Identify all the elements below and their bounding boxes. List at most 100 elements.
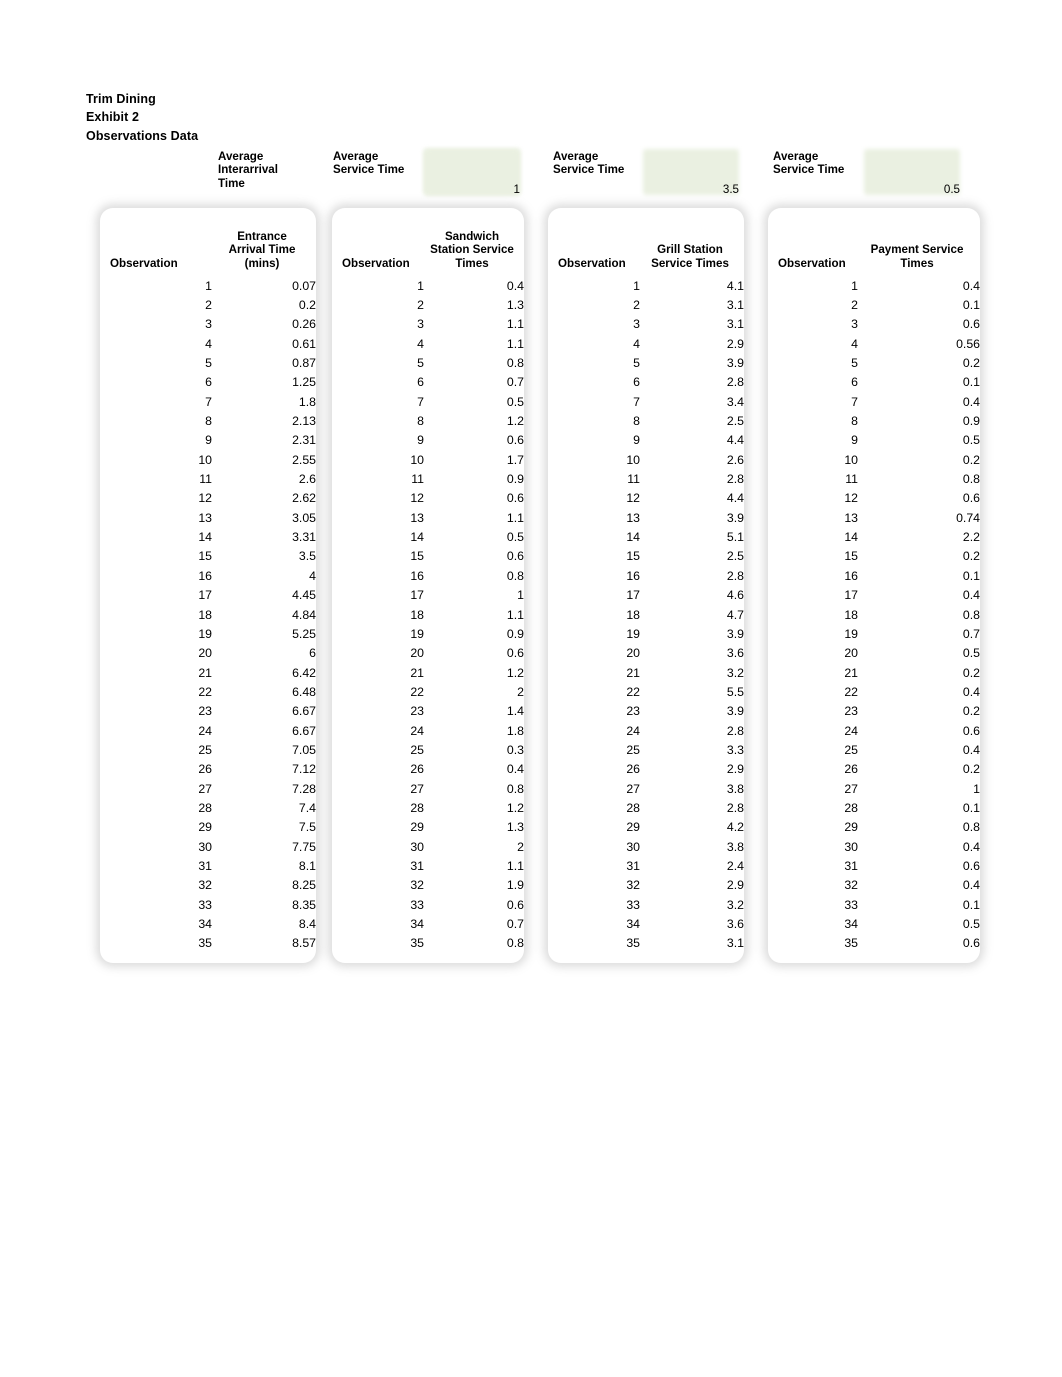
average-grill-service-time-value[interactable]: 3.5	[643, 183, 739, 197]
observation-value[interactable]: 0.4	[858, 276, 980, 295]
observation-value[interactable]: 0.7	[424, 914, 524, 933]
observation-value[interactable]: 0.1	[858, 798, 980, 817]
observation-value[interactable]: 3.8	[640, 837, 744, 856]
observation-value[interactable]: 7.05	[212, 740, 316, 759]
observation-value[interactable]: 0.87	[212, 353, 316, 372]
observation-value[interactable]: 0.4	[858, 586, 980, 605]
observation-value[interactable]: 0.56	[858, 334, 980, 353]
observation-value[interactable]: 7.28	[212, 779, 316, 798]
observation-value[interactable]: 0.7	[424, 373, 524, 392]
observation-value[interactable]: 0.74	[858, 508, 980, 527]
observation-value[interactable]: 3.9	[640, 508, 744, 527]
observation-value[interactable]: 4.2	[640, 818, 744, 837]
observation-value[interactable]: 3.9	[640, 353, 744, 372]
observation-value[interactable]: 0.8	[424, 566, 524, 585]
observation-value[interactable]: 2.9	[640, 876, 744, 895]
observation-value[interactable]: 4.45	[212, 586, 316, 605]
observation-value[interactable]: 0.61	[212, 334, 316, 353]
observation-value[interactable]: 0.5	[424, 392, 524, 411]
observation-value[interactable]: 0.1	[858, 295, 980, 314]
observation-value[interactable]: 0.8	[858, 605, 980, 624]
observation-value[interactable]: 7.5	[212, 818, 316, 837]
observation-value[interactable]: 0.8	[424, 934, 524, 953]
observation-value[interactable]: 7.75	[212, 837, 316, 856]
observation-value[interactable]: 5.1	[640, 527, 744, 546]
observation-value[interactable]: 0.2	[858, 353, 980, 372]
observation-value[interactable]: 0.4	[424, 760, 524, 779]
observation-value[interactable]: 4.4	[640, 489, 744, 508]
average-payment-service-time-value[interactable]: 0.5	[864, 183, 960, 197]
observation-value[interactable]: 0.6	[858, 721, 980, 740]
observation-value[interactable]: 5.5	[640, 682, 744, 701]
observation-value[interactable]: 0.8	[858, 469, 980, 488]
observation-value[interactable]: 0.1	[858, 895, 980, 914]
observation-value[interactable]: 0.8	[858, 818, 980, 837]
observation-value[interactable]: 6.67	[212, 702, 316, 721]
observation-value[interactable]: 2.6	[212, 469, 316, 488]
observation-value[interactable]: 0.9	[858, 411, 980, 430]
observation-value[interactable]: 0.8	[424, 353, 524, 372]
observation-value[interactable]: 3.1	[640, 295, 744, 314]
observation-value[interactable]: 0.6	[858, 489, 980, 508]
observation-value[interactable]: 7.4	[212, 798, 316, 817]
observation-value[interactable]: 0.4	[424, 276, 524, 295]
observation-value[interactable]: 2	[424, 682, 524, 701]
observation-value[interactable]: 2.6	[640, 450, 744, 469]
observation-value[interactable]: 0.1	[858, 566, 980, 585]
observation-value[interactable]: 2.31	[212, 431, 316, 450]
observation-value[interactable]: 4.4	[640, 431, 744, 450]
observation-value[interactable]: 3.8	[640, 779, 744, 798]
observation-value[interactable]: 6.67	[212, 721, 316, 740]
observation-value[interactable]: 1.7	[424, 450, 524, 469]
observation-value[interactable]: 2.5	[640, 411, 744, 430]
observation-value[interactable]: 1.1	[424, 856, 524, 875]
observation-value[interactable]: 0.6	[424, 547, 524, 566]
observation-value[interactable]: 1.8	[424, 721, 524, 740]
observation-value[interactable]: 2.8	[640, 798, 744, 817]
observation-value[interactable]: 2.13	[212, 411, 316, 430]
observation-value[interactable]: 3.1	[640, 934, 744, 953]
observation-value[interactable]: 8.1	[212, 856, 316, 875]
observation-value[interactable]: 3.05	[212, 508, 316, 527]
observation-value[interactable]: 0.6	[858, 315, 980, 334]
observation-value[interactable]: 0.26	[212, 315, 316, 334]
observation-value[interactable]: 0.1	[858, 373, 980, 392]
observation-value[interactable]: 0.6	[424, 895, 524, 914]
observation-value[interactable]: 0.2	[858, 760, 980, 779]
observation-value[interactable]: 0.3	[424, 740, 524, 759]
observation-value[interactable]: 1.1	[424, 508, 524, 527]
observation-value[interactable]: 2.5	[640, 547, 744, 566]
observation-value[interactable]: 5.25	[212, 624, 316, 643]
observation-value[interactable]: 0.4	[858, 740, 980, 759]
observation-value[interactable]: 0.6	[858, 856, 980, 875]
observation-value[interactable]: 6.48	[212, 682, 316, 701]
observation-value[interactable]: 2.8	[640, 373, 744, 392]
observation-value[interactable]: 1.4	[424, 702, 524, 721]
observation-value[interactable]: 0.9	[424, 624, 524, 643]
observation-value[interactable]: 1.25	[212, 373, 316, 392]
observation-value[interactable]: 4.84	[212, 605, 316, 624]
observation-value[interactable]: 3.9	[640, 702, 744, 721]
observation-value[interactable]: 1.2	[424, 411, 524, 430]
observation-value[interactable]: 0.4	[858, 682, 980, 701]
observation-value[interactable]: 3.5	[212, 547, 316, 566]
observation-value[interactable]: 1.1	[424, 334, 524, 353]
observation-value[interactable]: 0.2	[858, 547, 980, 566]
observation-value[interactable]: 1.3	[424, 295, 524, 314]
observation-value[interactable]: 2.9	[640, 760, 744, 779]
average-sandwich-service-time-value[interactable]: 1	[424, 183, 520, 197]
observation-value[interactable]: 0.2	[858, 450, 980, 469]
observation-value[interactable]: 0.2	[212, 295, 316, 314]
observation-value[interactable]: 8.35	[212, 895, 316, 914]
observation-value[interactable]: 0.9	[424, 469, 524, 488]
observation-value[interactable]: 1.1	[424, 315, 524, 334]
observation-value[interactable]: 1.3	[424, 818, 524, 837]
observation-value[interactable]: 2.8	[640, 721, 744, 740]
observation-value[interactable]: 3.6	[640, 914, 744, 933]
observation-value[interactable]: 3.9	[640, 624, 744, 643]
observation-value[interactable]: 0.7	[858, 624, 980, 643]
observation-value[interactable]: 0.5	[424, 527, 524, 546]
observation-value[interactable]: 0.2	[858, 702, 980, 721]
observation-value[interactable]: 3.4	[640, 392, 744, 411]
observation-value[interactable]: 3.1	[640, 315, 744, 334]
